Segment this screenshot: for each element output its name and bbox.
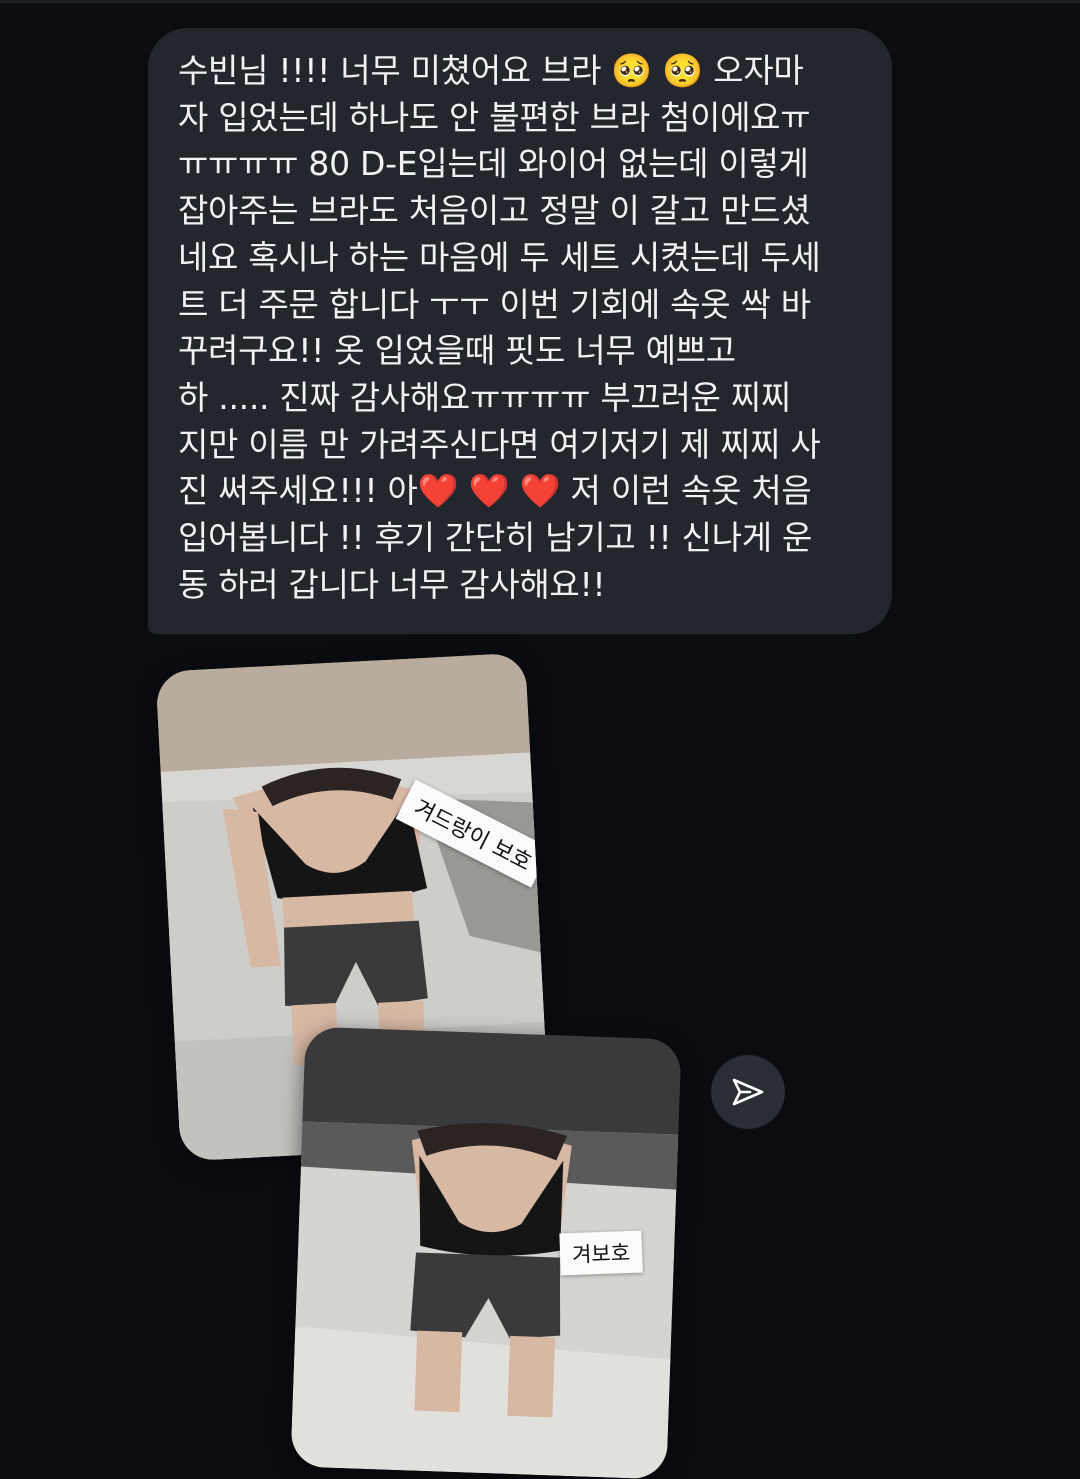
photo-attachment-2[interactable]: 겨보호: [290, 1026, 682, 1479]
message-bubble[interactable]: 수빈님 !!!! 너무 미쳤어요 브라 🥺 🥺 오자마 자 입었는데 하나도 안…: [148, 28, 892, 634]
message-text: 수빈님 !!!! 너무 미쳤어요 브라 🥺 🥺 오자마 자 입었는데 하나도 안…: [178, 51, 821, 604]
top-divider: [0, 0, 1080, 3]
photo-2-sticker: 겨보호: [559, 1230, 643, 1276]
share-button[interactable]: [711, 1055, 785, 1129]
paper-plane-icon: [732, 1078, 764, 1106]
